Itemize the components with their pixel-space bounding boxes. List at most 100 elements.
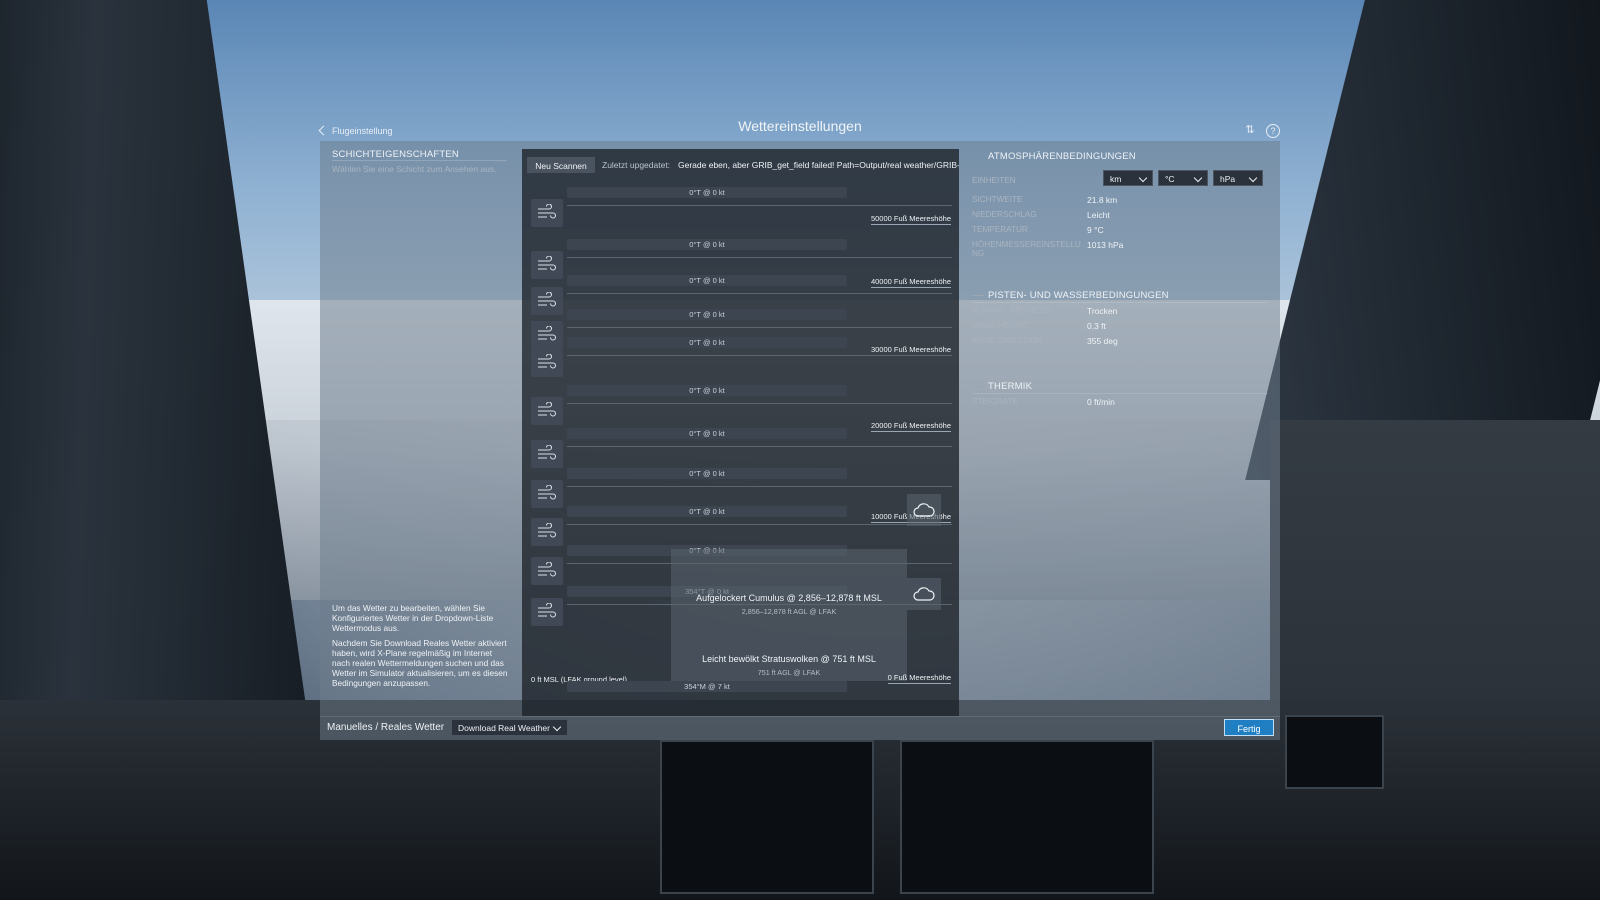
runway-section-label: PISTEN- UND WASSERBEDINGUNGEN: [988, 290, 1169, 301]
climb-rate-label: STEIGRATE: [972, 397, 1018, 406]
pressure-unit-select[interactable]: hPa: [1213, 170, 1263, 186]
thermal-section-title: THERMIK: [972, 381, 1032, 392]
chevron-down-icon: [1193, 173, 1203, 183]
weather-mode-label: Manuelles / Reales Wetter: [327, 722, 445, 733]
wind-icon: [531, 251, 563, 279]
cockpit-display-2: [900, 740, 1154, 894]
chevron-down-icon: [1248, 173, 1258, 183]
wind-icon: [531, 557, 563, 585]
wind-layer-value: 0°T @ 0 kt: [567, 275, 847, 286]
visibility-label: SICHTWEITE: [972, 195, 1023, 204]
wind-icon: [531, 480, 563, 508]
wind-layer-value: 0°T @ 0 kt: [567, 468, 847, 479]
layer-properties-hint: Wählen Sie eine Schicht zum Ansehen aus.: [332, 164, 497, 174]
divider: [332, 160, 507, 161]
settings-card: SCHICHTEIGENSCHAFTEN Wählen Sie eine Sch…: [320, 141, 1280, 740]
wind-layer-value: 0°T @ 0 kt: [567, 337, 847, 348]
wind-layer-value: 0°T @ 0 kt: [567, 385, 847, 396]
help-paragraph-1: Um das Wetter zu bearbeiten, wählen Sie …: [332, 603, 494, 633]
rescan-button[interactable]: Neu Scannen: [527, 157, 595, 173]
conditions-panel: ATMOSPHÄRENBEDINGUNGEN EINHEITEN km °C h…: [972, 149, 1268, 479]
section-dash: [972, 385, 984, 387]
temperature-unit-value: °C: [1165, 174, 1175, 184]
climb-rate-value: 0 ft/min: [1087, 397, 1115, 407]
wind-layer-row[interactable]: 0°T @ 0 kt: [522, 428, 959, 470]
wind-icon: [531, 440, 563, 468]
units-label: EINHEITEN: [972, 176, 1016, 185]
altimeter-value: 1013 hPa: [1087, 240, 1124, 250]
wave-direction-label: WAVE DIRECTION: [972, 336, 1043, 345]
wind-layer-row[interactable]: 0°T @ 0 kt: [522, 385, 959, 427]
question-icon[interactable]: ?: [1266, 124, 1280, 138]
wave-height-value: 0.3 ft: [1087, 321, 1106, 331]
temperature-value: 9 °C: [1087, 225, 1104, 235]
wave-height-label: WAVE HEIGHT: [972, 321, 1029, 330]
wind-layer-value: 0°T @ 0 kt: [567, 506, 847, 517]
page-title: Wettereinstellungen: [738, 118, 862, 134]
precipitation-value: Leicht: [1087, 210, 1110, 220]
atmosphere-section-label: ATMOSPHÄRENBEDINGUNGEN: [988, 151, 1136, 162]
wind-layer-value: 0°T @ 0 kt: [567, 239, 847, 250]
cloud-layer-subtitle: 751 ft AGL @ LFAK: [757, 668, 821, 677]
layer-line: [567, 403, 952, 404]
divider: [972, 393, 1268, 394]
weather-mode-select[interactable]: Download Real Weather: [451, 719, 568, 736]
wind-icon: [531, 199, 563, 227]
cloud-layer-title: Aufgelockert Cumulus @ 2,856–12,878 ft M…: [696, 593, 882, 603]
cockpit-display-1: [660, 740, 874, 894]
layer-properties-panel: SCHICHTEIGENSCHAFTEN Wählen Sie eine Sch…: [332, 141, 512, 716]
precipitation-label: NIEDERSCHLAG: [972, 210, 1037, 219]
altimeter-label: HÖHENMESSEREINSTELLUNG: [972, 240, 1081, 258]
layer-line: [567, 446, 952, 447]
cloud-layer-card[interactable]: Aufgelockert Cumulus @ 2,856–12,878 ft M…: [671, 549, 907, 633]
cloud-icon: [913, 587, 935, 601]
title-icons: ⇅ ?: [1244, 124, 1280, 138]
wind-layer-value: 0°T @ 0 kt: [567, 428, 847, 439]
wind-layer-value: 0°T @ 0 kt: [567, 309, 847, 320]
layer-line: [567, 205, 952, 206]
layer-line: [567, 486, 952, 487]
wind-icon: [531, 598, 563, 626]
layer-diagram-panel: Neu Scannen Zuletzt upgedatet: Gerade eb…: [522, 149, 959, 716]
distance-unit-select[interactable]: km: [1103, 170, 1153, 186]
wind-layer-row[interactable]: 0°T @ 0 kt: [522, 337, 959, 379]
done-button[interactable]: Fertig: [1224, 719, 1274, 736]
cloud-layer-subtitle: 2,856–12,878 ft AGL @ LFAK: [741, 607, 837, 616]
help-text: Um das Wetter zu bearbeiten, wählen Sie …: [332, 603, 510, 693]
runway-section-title: PISTEN- UND WASSERBEDINGUNGEN: [972, 290, 1169, 301]
wave-direction-value: 355 deg: [1087, 336, 1118, 346]
cloud-layer-icon-box[interactable]: [907, 494, 941, 526]
divider: [972, 302, 1268, 303]
weather-settings-window: Flugeinstellung Wettereinstellungen ⇅ ? …: [318, 118, 1280, 740]
temperature-unit-select[interactable]: °C: [1158, 170, 1208, 186]
cloud-layer-title: Leicht bewölkt Stratuswolken @ 751 ft MS…: [702, 654, 876, 664]
pressure-unit-value: hPa: [1220, 174, 1236, 184]
sliders-icon[interactable]: ⇅: [1244, 124, 1256, 136]
thermal-section-label: THERMIK: [988, 381, 1033, 392]
wind-icon: [531, 518, 563, 546]
wind-icon: [531, 349, 563, 377]
wind-layer-row[interactable]: 0°T @ 0 kt: [522, 187, 959, 229]
ground-wind-bar[interactable]: 354°M @ 7 kt: [567, 681, 847, 692]
wind-layer-row[interactable]: 0°T @ 0 kt: [522, 506, 959, 548]
runway-wetness-label: RUNWAY WETNESS: [972, 306, 1051, 315]
distance-unit-value: km: [1110, 174, 1122, 184]
cloud-icon: [913, 503, 935, 517]
chevron-down-icon: [1138, 173, 1148, 183]
cloud-layer-icon-box[interactable]: [907, 578, 941, 610]
weather-mode-value: Download Real Weather: [458, 723, 550, 733]
wind-icon: [531, 321, 563, 349]
layer-line: [567, 327, 952, 328]
update-status-message: Gerade eben, aber GRIB_get_field failed!…: [678, 160, 959, 170]
last-updated-label: Zuletzt upgedatet:: [602, 160, 671, 170]
wind-icon: [531, 397, 563, 425]
cockpit-display-3: [1285, 715, 1384, 789]
layer-line: [567, 293, 952, 294]
layer-line: [567, 524, 952, 525]
temperature-label: TEMPERATUR: [972, 225, 1028, 234]
visibility-value: 21.8 km: [1087, 195, 1118, 205]
section-dash: [972, 294, 984, 296]
footer-bar: Manuelles / Reales Wetter Download Real …: [320, 716, 1280, 741]
cloud-layer-card[interactable]: Leicht bewölkt Stratuswolken @ 751 ft MS…: [671, 633, 907, 681]
title-bar: Flugeinstellung Wettereinstellungen ⇅ ?: [318, 118, 1280, 142]
